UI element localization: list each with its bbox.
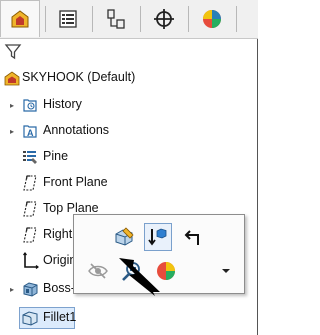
dimxpert-manager-tab[interactable] — [144, 0, 184, 37]
filter-button[interactable] — [4, 42, 24, 62]
plane-icon — [23, 227, 37, 243]
tree-root-label: SKYHOOK (Default) — [22, 70, 136, 84]
svg-text:A: A — [27, 128, 34, 138]
tree-item-label: Pine — [43, 149, 69, 163]
tree-item-label: Boss- — [43, 281, 75, 295]
display-manager-icon — [203, 9, 221, 28]
property-manager-tab[interactable] — [48, 0, 88, 37]
history-icon — [23, 99, 37, 112]
crosshair-icon — [154, 8, 174, 29]
tree-item-material[interactable]: Pine — [0, 147, 240, 167]
boss-extrude-icon — [23, 282, 38, 297]
feature-manager-icon — [11, 10, 29, 28]
material-icon — [23, 151, 37, 164]
expand-arrow-icon[interactable]: ▸ — [8, 127, 16, 136]
plane-icon — [23, 175, 37, 191]
hide-eye-icon — [88, 263, 108, 279]
tree-item-annotations[interactable]: ▸ A Annotations — [0, 121, 240, 141]
tree-item-label: Annotations — [43, 123, 110, 137]
display-manager-tab[interactable] — [192, 0, 232, 37]
filter-icon — [4, 44, 22, 60]
more-dropdown-button[interactable] — [216, 261, 236, 281]
plane-icon — [23, 201, 37, 217]
tree-item-label: Front Plane — [43, 175, 108, 189]
configuration-manager-tab[interactable] — [96, 0, 136, 37]
tree-root-item[interactable]: SKYHOOK (Default) — [0, 68, 240, 88]
tree-item-front-plane[interactable]: Front Plane — [0, 173, 240, 193]
tree-item-label: Fillet1 — [43, 310, 77, 324]
feature-manager-panel: SKYHOOK (Default) ▸ History ▸ A Annotati… — [0, 0, 258, 335]
annotations-icon: A — [23, 125, 37, 138]
tree-item-label: Right — [43, 227, 73, 241]
property-manager-icon — [59, 9, 77, 28]
return-arrow-icon — [184, 230, 199, 245]
tree-item-label: Origin — [43, 253, 77, 267]
expand-arrow-icon[interactable]: ▸ — [8, 285, 16, 294]
tree-item-label: History — [43, 97, 82, 111]
manager-tab-strip — [0, 0, 258, 39]
origin-icon — [23, 252, 39, 269]
feature-manager-tab[interactable] — [0, 0, 40, 37]
chevron-down-icon — [222, 269, 230, 273]
tree-item-history[interactable]: ▸ History — [0, 95, 240, 115]
part-icon — [4, 71, 20, 86]
mouse-pointer-icon — [119, 258, 160, 296]
tree-item-label: Top Plane — [43, 201, 99, 215]
configuration-manager-icon — [107, 8, 125, 29]
expand-arrow-icon[interactable]: ▸ — [8, 101, 16, 110]
fillet-icon — [22, 311, 38, 326]
edit-sketch-button[interactable] — [178, 223, 206, 251]
tree-item-fillet1[interactable]: Fillet1 — [0, 308, 240, 328]
